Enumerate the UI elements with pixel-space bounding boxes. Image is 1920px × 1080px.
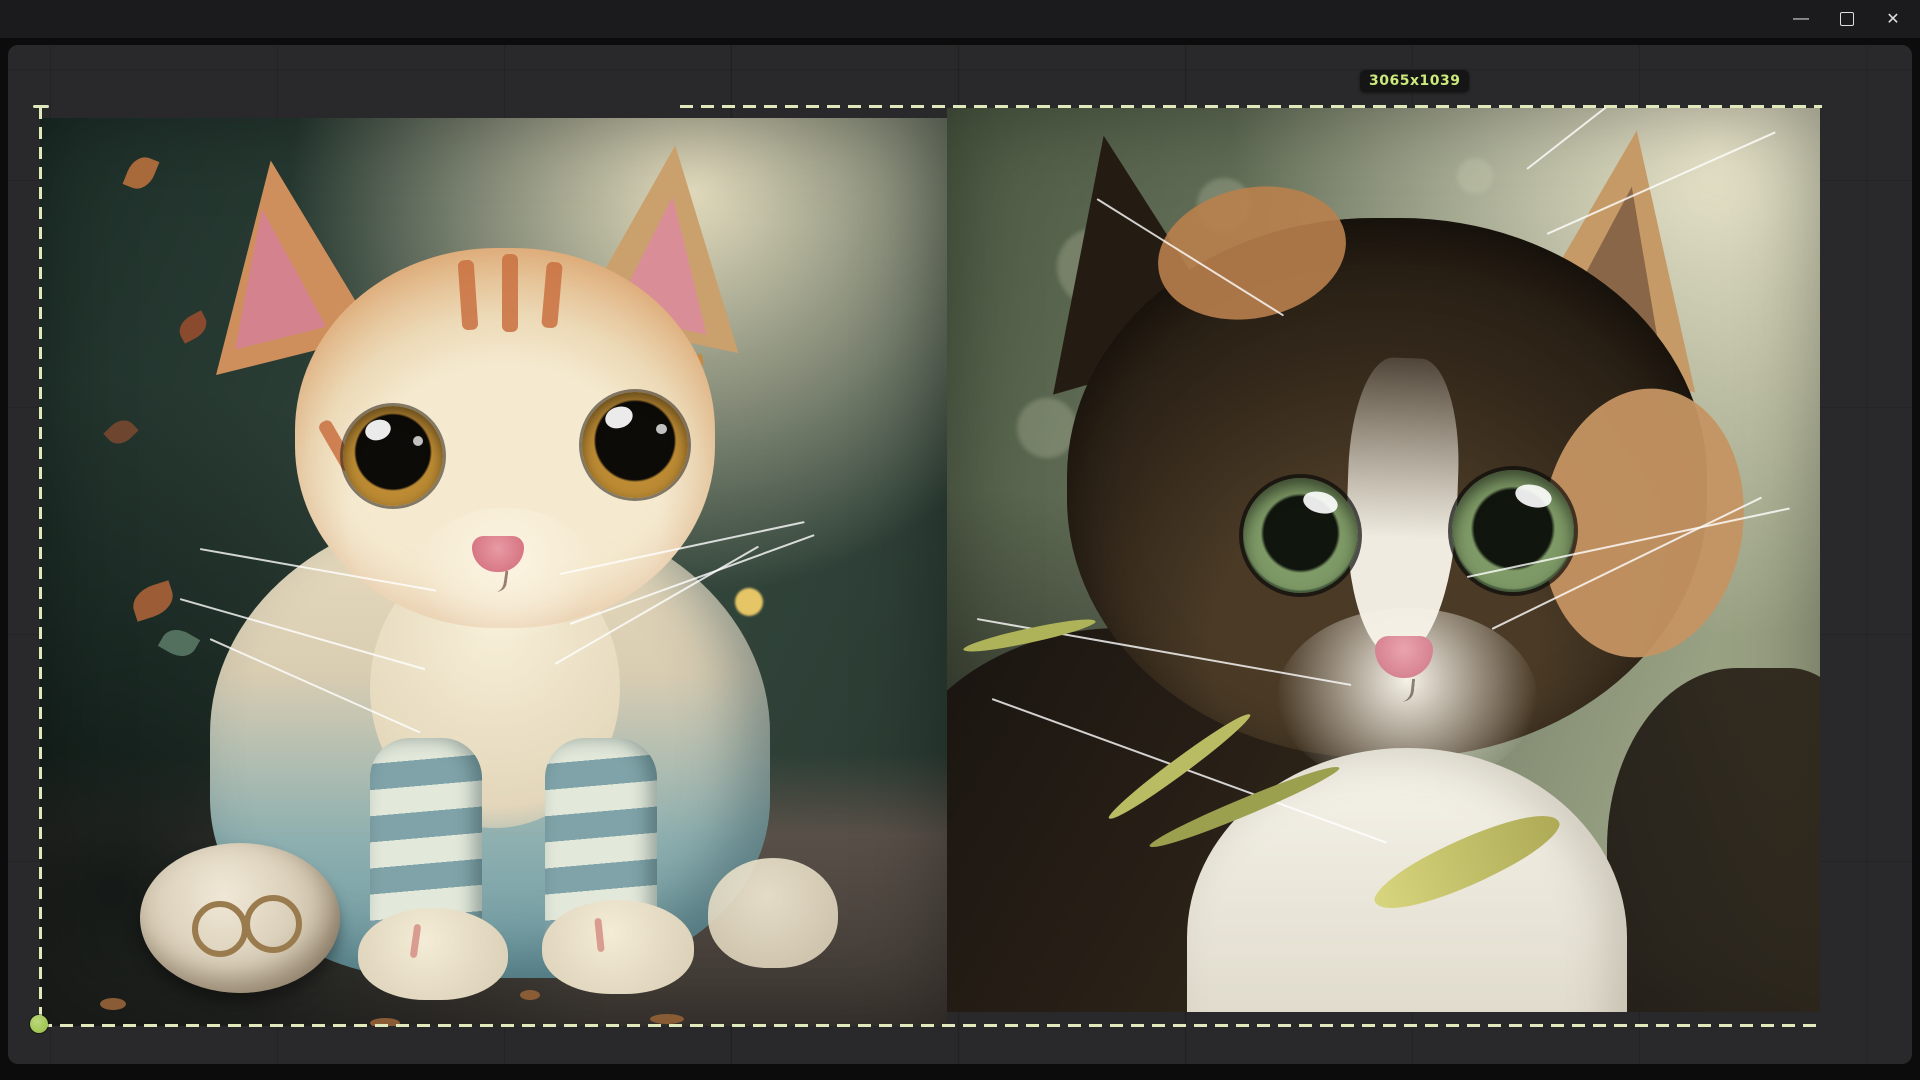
leaf-particle <box>103 414 138 449</box>
kitten-eye-left <box>1243 478 1358 593</box>
glow-particle <box>735 588 763 616</box>
kitten-hind-paw <box>708 858 838 968</box>
kitten-paw-right <box>542 900 694 994</box>
close-icon: ✕ <box>1886 9 1899 29</box>
kitten-eye-right <box>1452 470 1574 592</box>
kitten-eye-right <box>582 392 688 498</box>
maximize-icon <box>1840 12 1854 26</box>
kitten-shoulder-dark-fur <box>1607 668 1820 1012</box>
selection-size-badge: 3065x1039 <box>1360 70 1469 92</box>
canvas-image-calico-kitten[interactable] <box>947 108 1820 1012</box>
selection-size-label: 3065x1039 <box>1369 73 1460 89</box>
floor-debris <box>100 998 126 1010</box>
selection-resize-handle[interactable] <box>30 1015 48 1033</box>
minimize-button[interactable]: — <box>1778 0 1824 38</box>
kitten-eye-left <box>343 406 443 506</box>
leaf-particle <box>158 623 200 663</box>
floor-debris <box>520 990 540 1000</box>
canvas-image-ginger-kitten[interactable] <box>40 118 947 1026</box>
leaf-particle <box>128 580 177 622</box>
leaf-particle <box>123 152 160 193</box>
kitten-paw-left <box>358 908 508 1000</box>
pebble-swirl <box>244 895 302 953</box>
close-button[interactable]: ✕ <box>1870 0 1916 38</box>
selection-corner-dash <box>33 105 49 108</box>
kitten-forehead-stripe <box>502 254 518 332</box>
pebble-swirl <box>192 901 248 957</box>
floor-debris <box>650 1014 684 1024</box>
editor-canvas[interactable]: 3065x1039 <box>8 45 1912 1064</box>
selection-edge-left <box>39 107 42 1027</box>
selection-edge-top <box>680 105 1822 108</box>
decorated-pebble <box>140 843 340 993</box>
selection-edge-bottom <box>39 1024 1822 1027</box>
minimize-icon: — <box>1793 10 1809 28</box>
window-controls: — ✕ <box>1778 0 1916 38</box>
maximize-button[interactable] <box>1824 0 1870 38</box>
window-titlebar: — ✕ <box>0 0 1920 38</box>
bokeh-circle <box>1457 158 1493 194</box>
